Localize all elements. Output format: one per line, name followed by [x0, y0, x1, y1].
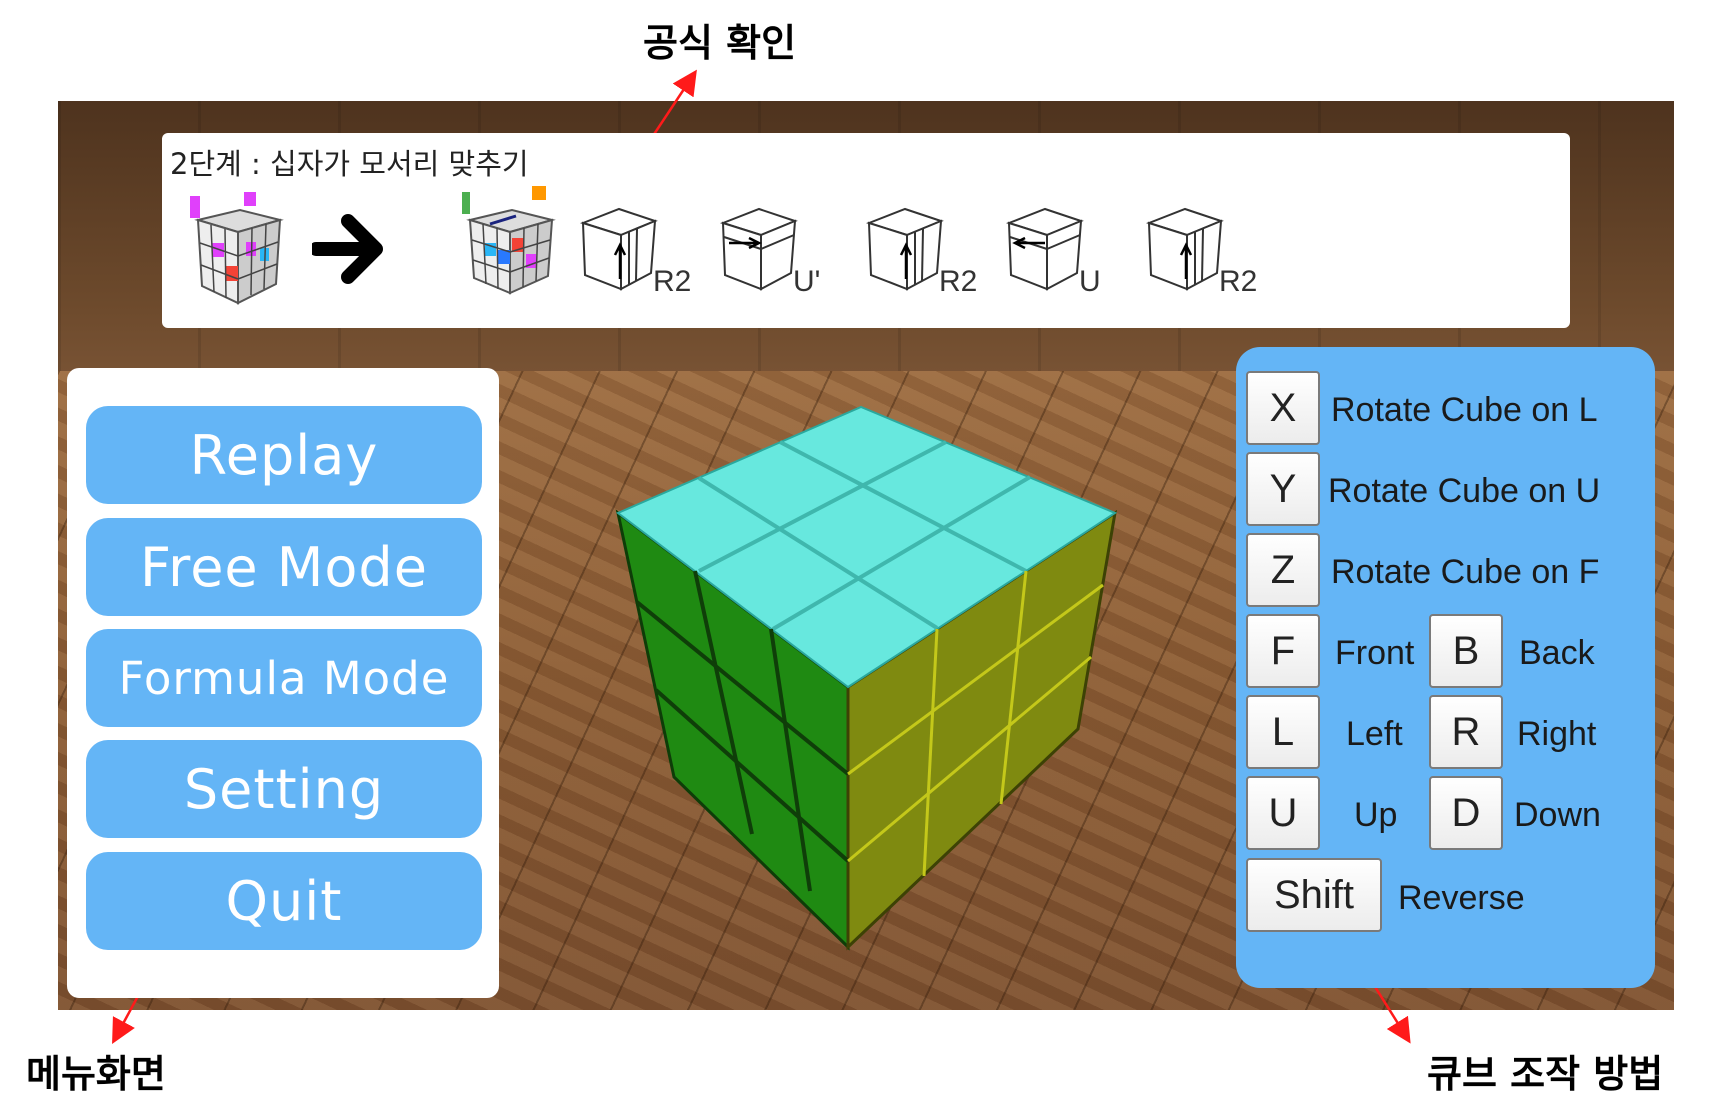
menu-callout-label: 메뉴화면	[26, 1052, 166, 1096]
up-arrow-icon	[579, 207, 658, 291]
replay-button[interactable]: Replay	[86, 406, 482, 504]
key-b[interactable]: B	[1429, 614, 1503, 688]
free-mode-button[interactable]: Free Mode	[86, 518, 482, 616]
left-label: Left	[1346, 715, 1403, 753]
right-arrow-icon	[312, 214, 383, 284]
before-cube-icon	[190, 192, 284, 305]
formula-step: U	[1005, 203, 1135, 313]
step-label: R2	[653, 265, 692, 298]
setting-button[interactable]: Setting	[86, 740, 482, 838]
quit-button[interactable]: Quit	[86, 852, 482, 950]
up-arrow-icon	[865, 207, 944, 291]
front-label: Front	[1335, 634, 1415, 672]
formula-mode-button[interactable]: Formula Mode	[86, 629, 482, 727]
rotate-u-label: Rotate Cube on U	[1328, 472, 1601, 510]
formula-step: R2	[1145, 203, 1275, 313]
step-label: U	[1079, 265, 1101, 298]
step-label: R2	[939, 265, 978, 298]
right-arrow-icon	[719, 207, 798, 291]
controls-panel: X Rotate Cube on L Y Rotate Cube on U Z …	[1236, 347, 1655, 988]
key-shift[interactable]: Shift	[1246, 858, 1382, 932]
formula-stage-title: 2단계 : 십자가 모서리 맞추기	[170, 147, 529, 181]
controls-callout-label: 큐브 조작 방법	[1427, 1052, 1664, 1096]
key-z[interactable]: Z	[1246, 533, 1320, 607]
up-label: Up	[1354, 796, 1398, 834]
formula-step: R2	[579, 203, 709, 313]
key-x[interactable]: X	[1246, 371, 1320, 445]
formula-callout-label: 공식 확인	[643, 21, 797, 65]
left-arrow-icon	[1005, 207, 1084, 291]
rotate-l-label: Rotate Cube on L	[1331, 391, 1598, 429]
step-label: U'	[793, 265, 821, 298]
key-r[interactable]: R	[1429, 695, 1503, 769]
up-arrow-icon	[1145, 207, 1224, 291]
main-menu-panel: Replay Free Mode Formula Mode Setting Qu…	[67, 368, 499, 998]
right-label: Right	[1517, 715, 1597, 753]
rotate-f-label: Rotate Cube on F	[1331, 553, 1600, 591]
key-y[interactable]: Y	[1246, 452, 1320, 526]
formula-panel: 2단계 : 십자가 모서리 맞추기 R2 U' R2 U R2	[162, 133, 1570, 328]
key-u[interactable]: U	[1246, 776, 1320, 850]
after-cube-icon	[462, 186, 556, 295]
formula-step: U'	[719, 203, 849, 313]
formula-step: R2	[865, 203, 995, 313]
step-label: R2	[1219, 265, 1258, 298]
key-f[interactable]: F	[1246, 614, 1320, 688]
key-d[interactable]: D	[1429, 776, 1503, 850]
reverse-label: Reverse	[1398, 879, 1525, 917]
key-l[interactable]: L	[1246, 695, 1320, 769]
back-label: Back	[1519, 634, 1595, 672]
down-label: Down	[1514, 796, 1601, 834]
